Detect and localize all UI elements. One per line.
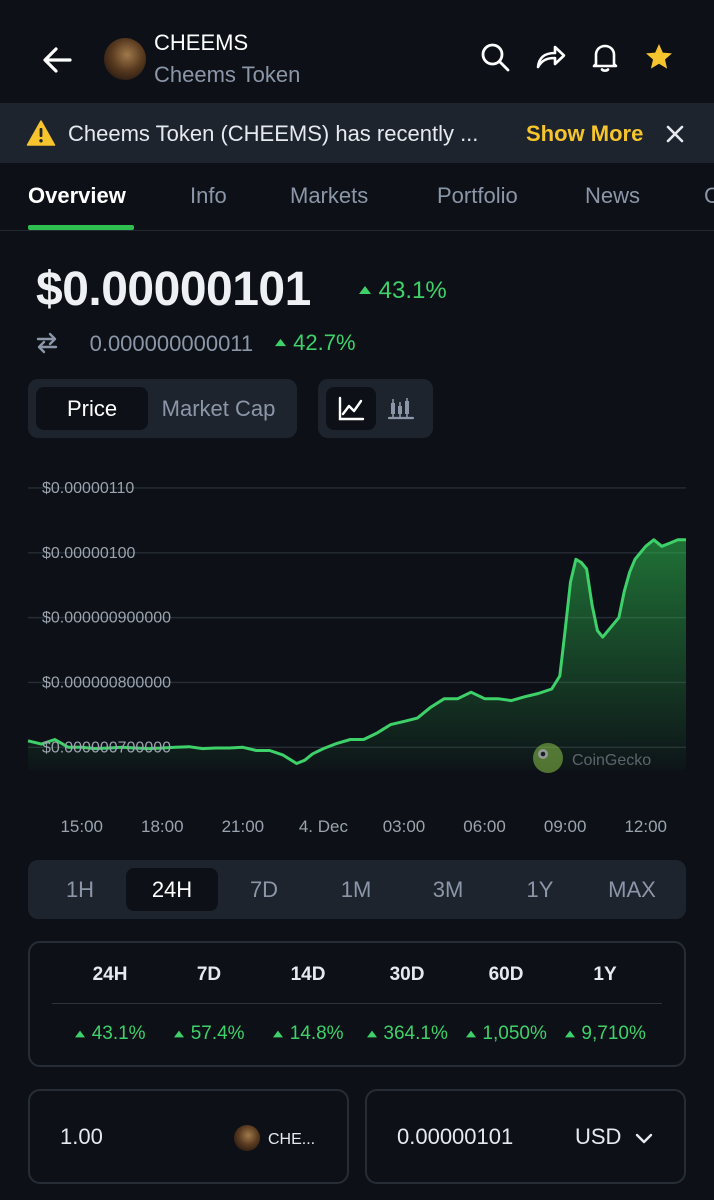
watermark-text: CoinGecko [572,752,651,769]
y-tick-label: $0.000000700000 [42,739,171,756]
tab-news[interactable]: News [585,183,640,209]
x-tick-label: 15:00 [60,817,103,836]
line-chart-icon[interactable] [326,387,376,430]
tab-markets[interactable]: Markets [290,183,368,209]
y-tick-label: $0.000000900000 [42,610,171,627]
perf-header-7d: 7D [196,964,222,985]
share-icon[interactable] [533,40,567,74]
perf-value-text: 43.1% [91,1023,146,1044]
perf-divider [52,1003,662,1004]
range-1h[interactable]: 1H [34,868,126,911]
close-icon[interactable] [662,121,688,147]
x-tick-label: 12:00 [624,817,667,836]
market-cap-toggle[interactable]: Market Cap [148,387,289,430]
show-more-link[interactable]: Show More [526,121,643,147]
perf-value-text: 9,710% [581,1023,646,1044]
up-triangle-icon [359,286,371,294]
usd-change-value: 43.1% [378,277,447,304]
section-tabs: Overview Info Markets Portfolio News C [0,163,714,231]
time-range-selector: 1H 24H 7D 1M 3M 1Y MAX [28,860,686,919]
currency-select[interactable]: USD [575,1124,621,1150]
perf-value-14d: 14.8% [258,1023,358,1045]
performance-table: 24H 7D 14D 30D 60D 1Y 43.1% 57.4% 14.8% … [28,941,686,1067]
perf-value-1y: 9,710% [555,1023,655,1045]
perf-value-text: 364.1% [383,1023,448,1044]
y-tick-label: $0.000000800000 [42,674,171,691]
y-tick-label: $0.00000110 [42,480,134,497]
x-tick-label: 21:00 [222,817,265,836]
up-triangle-icon [75,1030,86,1038]
y-tick-label: $0.00000100 [42,545,136,562]
perf-value-text: 57.4% [190,1023,245,1044]
converter-from[interactable]: 1.00 CHE... [28,1089,349,1184]
back-arrow-icon[interactable] [36,38,80,82]
notice-banner: Cheems Token (CHEEMS) has recently ... S… [0,103,714,163]
up-triangle-icon [275,338,286,347]
chevron-down-icon[interactable] [633,1127,655,1149]
btc-price: 0.000000000011 [72,331,254,356]
metric-toggle: Price Market Cap [28,379,297,438]
from-token-symbol: CHE... [268,1131,316,1148]
perf-value-30d: 364.1% [357,1023,457,1045]
perf-value-text: 14.8% [289,1023,344,1044]
usd-price: $0.00000101 [36,263,311,316]
star-icon[interactable] [642,40,676,74]
warning-icon [26,119,56,147]
perf-header-60d: 60D [488,964,524,985]
converter-to[interactable]: 0.00000101 USD [365,1089,686,1184]
up-triangle-icon [466,1030,477,1038]
app-header: CHEEMS Cheems Token [0,0,714,103]
perf-header-1y: 1Y [593,964,617,985]
range-3m[interactable]: 3M [402,868,494,911]
perf-header-30d: 30D [389,964,425,985]
tab-overview[interactable]: Overview [28,183,126,209]
x-tick-label: 18:00 [141,817,184,836]
chart-type-toggle [318,379,433,438]
swap-icon[interactable] [34,331,60,355]
btc-change-value: 42.7% [293,330,356,355]
range-24h[interactable]: 24H [126,868,218,911]
range-7d[interactable]: 7D [218,868,310,911]
up-triangle-icon [565,1030,576,1038]
range-1y[interactable]: 1Y [494,868,586,911]
token-avatar [104,38,146,80]
tab-portfolio[interactable]: Portfolio [437,183,518,209]
token-symbol: CHEEMS [154,30,249,55]
active-tab-indicator [28,225,134,230]
candlestick-icon[interactable] [376,387,426,430]
up-triangle-icon [273,1030,284,1038]
tab-info[interactable]: Info [190,183,227,209]
perf-value-text: 1,050% [482,1023,547,1044]
perf-header-14d: 14D [290,964,326,985]
up-triangle-icon [174,1030,185,1038]
x-tick-label: 4. Dec [299,817,349,836]
from-amount-input[interactable]: 1.00 [60,1124,103,1150]
tab-more[interactable]: C [704,183,714,209]
perf-value-60d: 1,050% [456,1023,556,1045]
range-max[interactable]: MAX [586,868,678,911]
x-tick-label: 06:00 [463,817,506,836]
usd-price-change: 43.1% [358,277,447,305]
price-toggle[interactable]: Price [36,387,148,430]
price-chart[interactable]: $0.00000110 $0.00000100 $0.000000900000 $0.… [0,470,714,850]
x-tick-label: 03:00 [383,817,426,836]
perf-value-24h: 43.1% [60,1023,160,1045]
range-1m[interactable]: 1M [310,868,402,911]
btc-price-change: 42.7% [274,330,356,356]
perf-value-7d: 57.4% [159,1023,259,1045]
perf-header-24h: 24H [92,964,128,985]
bell-icon[interactable] [588,40,622,74]
token-avatar [234,1125,260,1151]
token-name: Cheems Token [154,62,301,87]
up-triangle-icon [367,1030,378,1038]
banner-message: Cheems Token (CHEEMS) has recently ... [68,121,479,146]
to-amount-input[interactable]: 0.00000101 [397,1124,513,1150]
search-icon[interactable] [478,40,512,74]
x-tick-label: 09:00 [544,817,587,836]
